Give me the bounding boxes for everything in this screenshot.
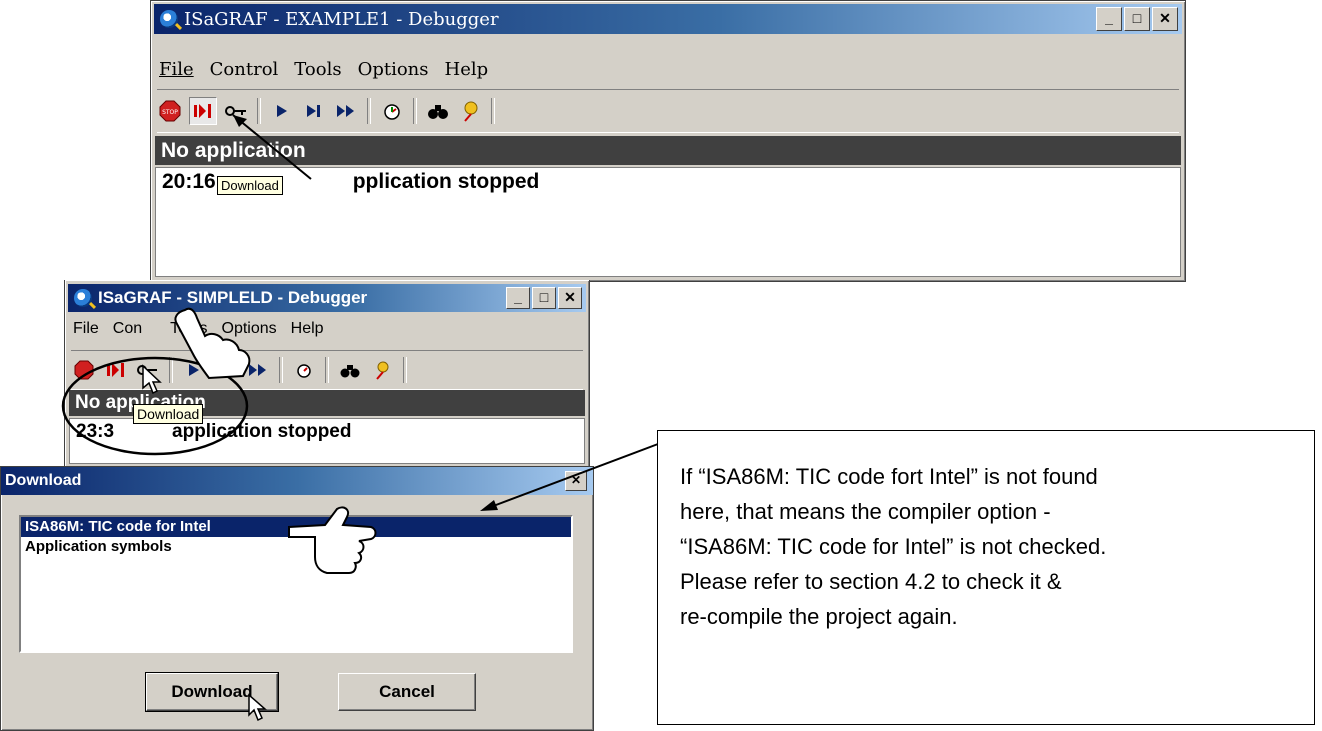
minimize-button[interactable]: _ xyxy=(506,287,530,309)
toolbar-separator xyxy=(413,98,417,124)
hand-pointer-icon xyxy=(288,506,377,574)
note-line: If “ISA86M: TIC code fort Intel” is not … xyxy=(680,464,1098,489)
maximize-button[interactable]: □ xyxy=(1124,7,1150,31)
callout-arrow xyxy=(480,443,659,511)
note-line: “ISA86M: TIC code for Intel” is not chec… xyxy=(680,534,1107,559)
close-button[interactable]: ✕ xyxy=(558,287,582,309)
dialog-title: Download xyxy=(5,472,82,489)
title-bar[interactable]: ISaGRAF - SIMPLELD - Debugger _ □ ✕ xyxy=(68,284,586,312)
cancel-button[interactable]: Cancel xyxy=(338,673,476,711)
toolbar-separator xyxy=(325,357,329,383)
timer-icon[interactable] xyxy=(379,98,405,124)
toolbar-separator xyxy=(279,357,283,383)
timer-icon[interactable] xyxy=(291,357,317,383)
menu-file[interactable]: File xyxy=(73,320,99,338)
window-title: ISaGRAF - EXAMPLE1 - Debugger xyxy=(184,8,499,30)
log-text: pplication stopped xyxy=(352,170,540,193)
pointer-arrow xyxy=(232,114,312,180)
menu-tools[interactable]: Tools xyxy=(294,59,341,80)
hand-pointer-icon xyxy=(174,307,251,380)
menu-control[interactable]: Con xyxy=(113,320,142,338)
toolbar-separator xyxy=(403,357,407,383)
mouse-cursor-icon xyxy=(248,693,267,722)
mouse-cursor-icon xyxy=(142,364,162,395)
note-line: re-compile the project again. xyxy=(680,604,958,629)
title-bar[interactable]: ISaGRAF - EXAMPLE1 - Debugger _ □ ✕ xyxy=(154,4,1182,34)
spy-icon[interactable] xyxy=(457,98,483,124)
toolbar-separator xyxy=(367,98,371,124)
debugger-window-example1: ISaGRAF - EXAMPLE1 - Debugger _ □ ✕ File… xyxy=(150,0,1186,282)
menu-help[interactable]: Help xyxy=(291,320,324,338)
note-line: Please refer to section 4.2 to check it … xyxy=(680,569,1062,594)
menu-help[interactable]: Help xyxy=(445,59,489,80)
explanation-note: If “ISA86M: TIC code fort Intel” is not … xyxy=(657,430,1315,725)
menu-control[interactable]: Control xyxy=(210,59,279,80)
log-time: 20:16 xyxy=(162,170,216,193)
fast-forward-icon[interactable] xyxy=(333,98,359,124)
menu-options[interactable]: Options xyxy=(358,59,429,80)
maximize-button[interactable]: □ xyxy=(532,287,556,309)
close-button[interactable]: ✕ xyxy=(1152,7,1178,31)
toolbar-separator xyxy=(491,98,495,124)
binoculars-icon[interactable] xyxy=(337,357,363,383)
binoculars-icon[interactable] xyxy=(425,98,451,124)
note-line: here, that means the compiler option - xyxy=(680,499,1051,524)
isagraf-app-icon xyxy=(74,289,92,307)
stop-icon[interactable]: STOP xyxy=(157,98,183,124)
svg-text:STOP: STOP xyxy=(162,109,178,116)
minimize-button[interactable]: _ xyxy=(1096,7,1122,31)
menu-file[interactable]: File xyxy=(159,59,194,80)
menu-bar: File Control Tools Options Help xyxy=(159,59,488,80)
spy-icon[interactable] xyxy=(369,357,395,383)
isagraf-app-icon xyxy=(160,10,178,28)
